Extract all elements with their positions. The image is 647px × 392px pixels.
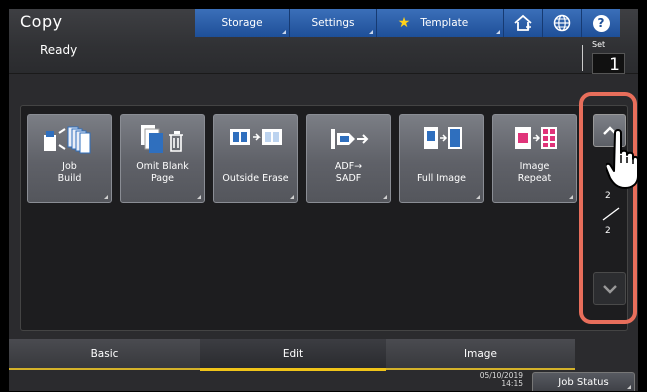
tab-image[interactable]: Image <box>386 339 575 370</box>
home-icon <box>514 14 532 31</box>
image-repeat-button[interactable]: Image Repeat <box>492 114 577 203</box>
image-repeat-icon <box>515 127 557 149</box>
corner-marker-icon <box>627 385 631 389</box>
full-image-icon <box>424 127 462 149</box>
corner-marker-icon <box>282 30 286 34</box>
template-label: Template <box>420 17 469 29</box>
corner-marker-icon <box>476 195 480 199</box>
top-toolbar: Storage Settings ★ Template ? <box>195 9 620 37</box>
job-status-button[interactable]: Job Status <box>532 372 635 391</box>
tab-image-label: Image <box>464 347 497 360</box>
time-text: 14:15 <box>501 379 523 388</box>
pointing-hand-icon <box>606 129 638 189</box>
set-divider <box>582 45 583 71</box>
help-icon: ? <box>592 14 610 32</box>
outside-erase-label: Outside Erase <box>222 173 289 184</box>
header: Copy Storage Settings ★ Template ? Ready… <box>9 9 638 75</box>
adf-sadf-label: ADF→ SADF <box>334 161 363 184</box>
job-build-icon <box>44 126 91 154</box>
adf-sadf-icon <box>331 129 369 149</box>
full-image-button[interactable]: Full Image <box>399 114 484 203</box>
tab-edit[interactable]: Edit <box>200 339 386 371</box>
adf-sadf-button[interactable]: ADF→ SADF <box>306 114 391 203</box>
outside-erase-icon <box>230 129 282 145</box>
tab-basic[interactable]: Basic <box>9 339 200 370</box>
date-time: 05/10/2019 14:15 <box>467 372 523 388</box>
corner-marker-icon <box>569 195 573 199</box>
settings-button[interactable]: Settings <box>290 9 377 37</box>
language-button[interactable] <box>543 9 582 37</box>
omit-blank-page-icon <box>141 125 183 153</box>
corner-marker-icon <box>369 30 373 34</box>
full-image-label: Full Image <box>416 173 467 184</box>
set-label: Set <box>592 40 606 49</box>
star-icon: ★ <box>397 15 411 31</box>
corner-marker-icon <box>104 195 108 199</box>
job-build-button[interactable]: Job Build <box>27 114 112 203</box>
image-repeat-label: Image Repeat <box>517 161 552 184</box>
corner-marker-icon <box>496 30 500 34</box>
help-button[interactable]: ? <box>582 9 620 37</box>
job-status-label: Job Status <box>558 376 609 388</box>
outside-erase-button[interactable]: Outside Erase <box>213 114 298 203</box>
footer: 05/10/2019 14:15 Job Status <box>9 372 638 391</box>
tab-edit-label: Edit <box>282 347 304 360</box>
app-title: Copy <box>20 12 63 31</box>
storage-button[interactable]: Storage <box>195 9 290 37</box>
set-value: 1 <box>592 53 625 75</box>
copy-set-counter: Set 1 <box>580 40 629 75</box>
corner-marker-icon <box>383 195 387 199</box>
status-text: Ready <box>40 43 78 57</box>
corner-marker-icon <box>290 195 294 199</box>
copy-screen: Copy Storage Settings ★ Template ? Ready… <box>9 9 638 391</box>
corner-marker-icon <box>197 195 201 199</box>
template-button[interactable]: ★ Template <box>377 9 504 37</box>
storage-label: Storage <box>221 17 263 29</box>
settings-label: Settings <box>311 17 355 29</box>
tab-basic-label: Basic <box>90 347 119 360</box>
globe-icon <box>553 14 571 32</box>
home-button[interactable] <box>504 9 543 37</box>
omit-blank-page-button[interactable]: Omit Blank Page <box>120 114 205 203</box>
job-build-label: Job Build <box>57 161 82 184</box>
omit-blank-page-label: Omit Blank Page <box>136 161 189 184</box>
